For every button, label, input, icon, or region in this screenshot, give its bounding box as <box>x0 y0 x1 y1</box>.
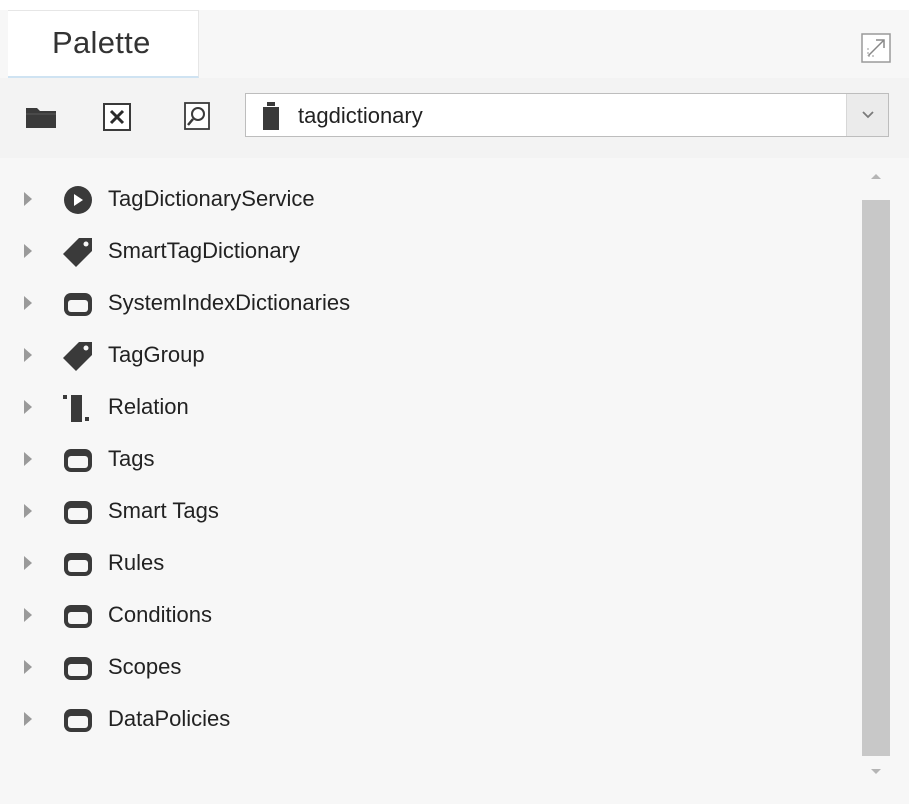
expand-arrow-icon[interactable] <box>22 346 34 364</box>
module-selector-value: tagdictionary <box>298 103 423 128</box>
tree-item-systemindexdictionaries[interactable]: SystemIndexDictionaries <box>0 278 850 330</box>
folder-outline-icon <box>64 709 92 732</box>
open-folder-button[interactable] <box>20 96 62 138</box>
chevron-down-icon <box>861 111 874 119</box>
tree-item-label: SystemIndexDictionaries <box>108 290 351 315</box>
palette-tree: TagDictionaryService SmartTagDictionary … <box>0 158 909 804</box>
tree-item-tagdictionaryservice[interactable]: TagDictionaryService <box>0 174 850 226</box>
scroll-down-button[interactable] <box>861 758 891 786</box>
folder-outline-icon <box>64 501 92 524</box>
expand-arrow-icon[interactable] <box>22 242 34 260</box>
scroll-up-button[interactable] <box>861 162 891 190</box>
folder-outline-icon <box>64 449 92 472</box>
expand-arrow-icon[interactable] <box>22 398 34 416</box>
expand-arrow-icon[interactable] <box>22 502 34 520</box>
expand-arrow-icon[interactable] <box>22 658 34 676</box>
module-jar-icon <box>263 102 279 130</box>
tree-item-taggroup[interactable]: TagGroup <box>0 330 850 382</box>
expand-arrow-icon[interactable] <box>22 606 34 624</box>
tree-item-label: Smart Tags <box>108 498 219 523</box>
scroll-up-arrow-icon <box>871 174 881 179</box>
tree-item-relation[interactable]: Relation <box>0 382 850 434</box>
folder-outline-icon <box>64 605 92 628</box>
vertical-scrollbar[interactable] <box>861 162 891 786</box>
tree-item-label: Relation <box>108 394 189 419</box>
palette-window: Palette tagdictionary TagDictionaryServi… <box>0 0 909 804</box>
toolbar: tagdictionary <box>0 78 909 158</box>
tree-item-label: TagGroup <box>108 342 205 367</box>
expand-arrow-icon[interactable] <box>22 554 34 572</box>
tree-item-label: Rules <box>108 550 165 575</box>
scroll-down-arrow-icon <box>871 769 881 774</box>
expand-arrow-icon[interactable] <box>22 450 34 468</box>
tree-item-smart-tags[interactable]: Smart Tags <box>0 486 850 538</box>
tree-item-label: TagDictionaryService <box>108 186 315 211</box>
find-button[interactable] <box>177 95 219 137</box>
tree-item-label: Conditions <box>108 602 212 627</box>
folder-outline-icon <box>64 657 92 680</box>
module-selector[interactable]: tagdictionary <box>245 93 889 137</box>
find-icon <box>184 102 210 130</box>
scroll-thumb[interactable] <box>862 200 890 756</box>
expand-arrow-icon[interactable] <box>22 190 34 208</box>
expand-arrow-icon[interactable] <box>22 710 34 728</box>
close-button[interactable] <box>96 96 138 138</box>
tree-item-scopes[interactable]: Scopes <box>0 642 850 694</box>
maximize-icon[interactable] <box>860 32 892 64</box>
tree-item-rules[interactable]: Rules <box>0 538 850 590</box>
tree-item-smarttagdictionary[interactable]: SmartTagDictionary <box>0 226 850 278</box>
tree-item-label: SmartTagDictionary <box>108 238 300 263</box>
tab-palette[interactable]: Palette <box>8 10 199 78</box>
expand-arrow-icon[interactable] <box>22 294 34 312</box>
module-dropdown-button[interactable] <box>846 94 888 136</box>
tab-title: Palette <box>52 25 151 60</box>
close-box-icon <box>103 103 131 131</box>
tag-icon <box>63 342 92 371</box>
tree-item-tags[interactable]: Tags <box>0 434 850 486</box>
tree-item-label: Scopes <box>108 654 182 679</box>
folder-icon <box>26 108 56 128</box>
tree-item-datapolicies[interactable]: DataPolicies <box>0 694 850 746</box>
service-icon <box>64 186 92 214</box>
tab-bar: Palette <box>0 10 909 78</box>
folder-outline-icon <box>64 293 92 316</box>
tree-item-label: DataPolicies <box>108 706 231 731</box>
tree-item-conditions[interactable]: Conditions <box>0 590 850 642</box>
tree-item-label: Tags <box>108 446 155 471</box>
tag-icon <box>63 238 92 267</box>
folder-outline-icon <box>64 553 92 576</box>
relation-icon <box>63 395 89 422</box>
